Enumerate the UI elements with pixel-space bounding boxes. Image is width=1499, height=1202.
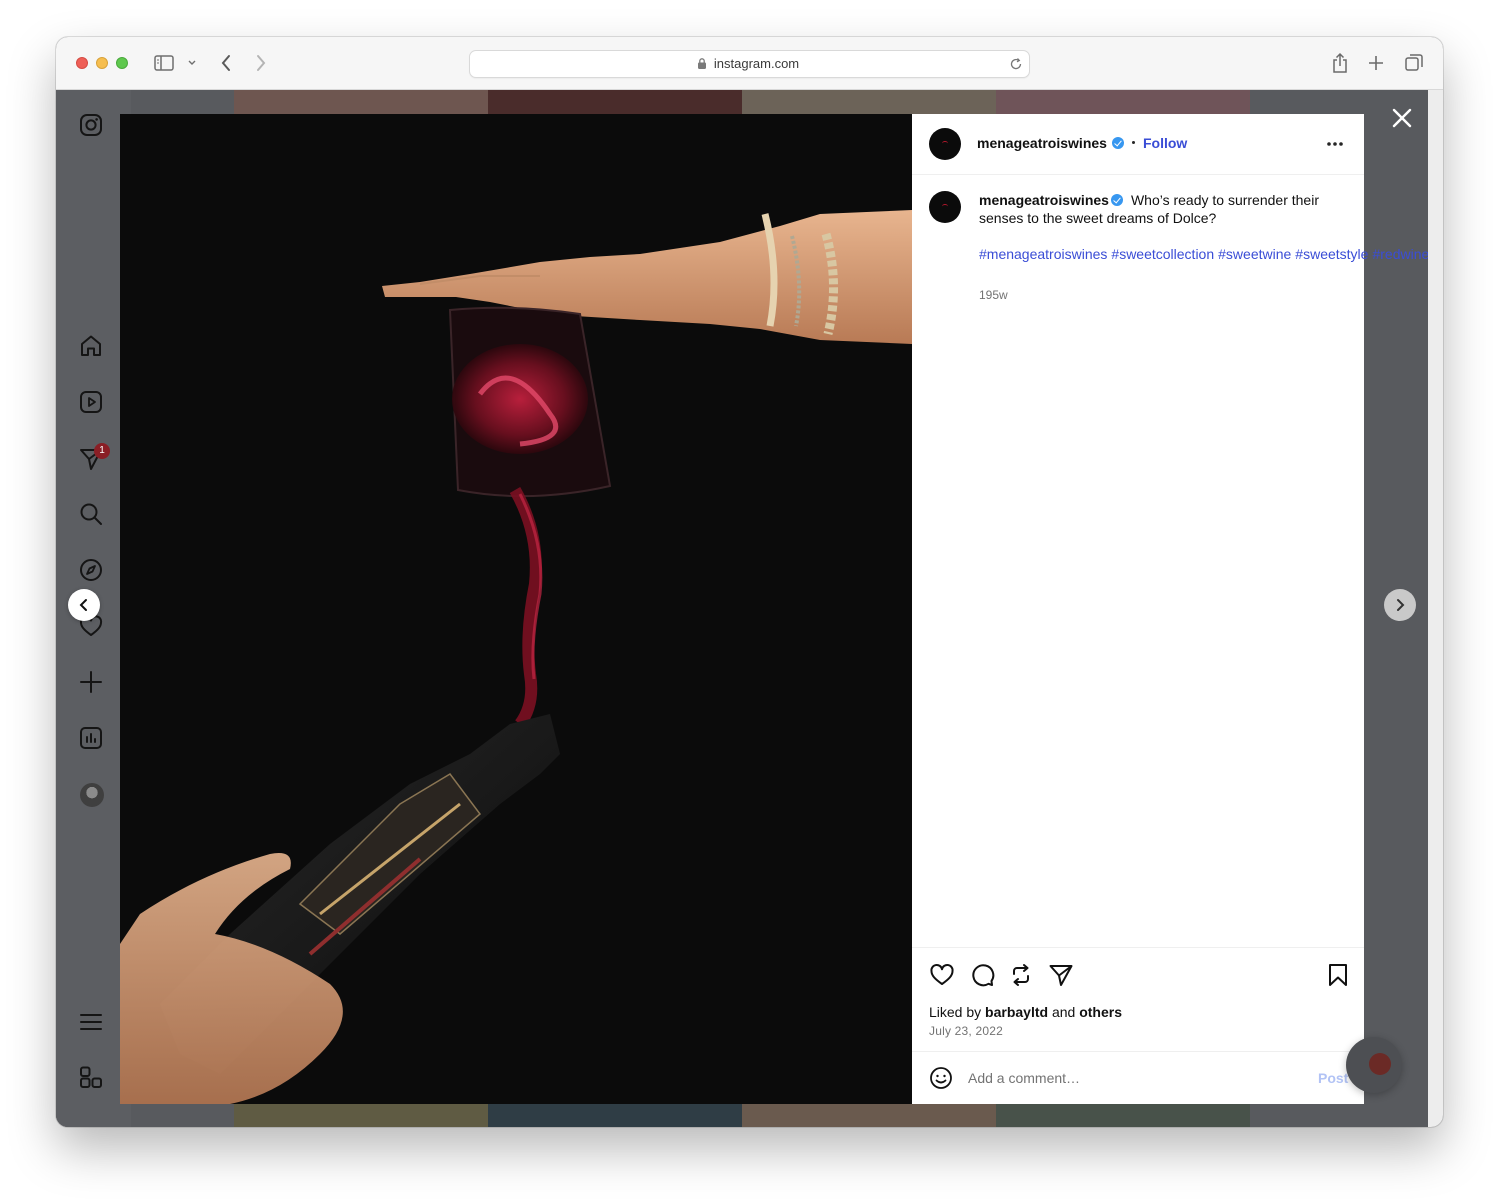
feed-tile	[234, 90, 488, 114]
author-avatar[interactable]	[929, 128, 961, 160]
scrollbar-track[interactable]	[1428, 90, 1443, 1127]
wine-pour-illustration	[120, 114, 912, 1104]
more-options-icon[interactable]	[1326, 141, 1344, 147]
follow-button[interactable]: Follow	[1143, 135, 1187, 151]
feed-tile	[234, 1104, 488, 1127]
instagram-logo-icon[interactable]	[78, 112, 106, 140]
caption: menageatroiswines Who’s ready to surrende…	[979, 191, 1334, 227]
apps-icon[interactable]	[78, 1065, 106, 1093]
save-bookmark-icon[interactable]	[1325, 962, 1351, 988]
emoji-icon[interactable]	[929, 1066, 953, 1090]
author-username[interactable]: menageatroiswines	[977, 135, 1107, 151]
home-icon[interactable]	[78, 333, 106, 361]
explore-icon[interactable]	[78, 557, 106, 585]
minimize-window-button[interactable]	[96, 57, 108, 69]
hashtag-link[interactable]: #sweetstyle	[1295, 246, 1368, 262]
hashtags: #menageatroiswines #sweetcollection #sweet…	[979, 245, 1428, 263]
caption-time[interactable]: 195w	[979, 288, 1008, 302]
zoom-window-button[interactable]	[116, 57, 128, 69]
repost-icon[interactable]	[1008, 962, 1034, 988]
feed-tile	[742, 1104, 996, 1127]
back-icon[interactable]	[220, 54, 232, 72]
chevron-right-icon	[1397, 599, 1405, 611]
share-post-icon[interactable]	[1048, 962, 1074, 988]
chevron-left-icon	[79, 599, 87, 611]
feed-tile	[996, 90, 1250, 114]
feed-tile	[742, 90, 996, 114]
address-bar[interactable]: instagram.com	[469, 50, 1030, 78]
browser-toolbar: instagram.com	[56, 37, 1443, 90]
post-header: menageatroiswines Follow	[912, 114, 1364, 175]
chevron-down-icon[interactable]	[188, 60, 196, 66]
post-date[interactable]: July 23, 2022	[929, 1024, 1003, 1038]
hashtag-link[interactable]: #redwine	[1372, 246, 1428, 262]
liked-by: Liked by barbayltd and others	[929, 1004, 1122, 1020]
messages-bubble[interactable]	[1346, 1037, 1402, 1093]
comment-icon[interactable]	[969, 962, 995, 988]
post-comment-button[interactable]: Post	[1318, 1070, 1348, 1086]
page-content: 1 menageatroiswines Follow menageatroisw…	[56, 90, 1428, 1127]
feed-tile	[488, 90, 742, 114]
like-icon[interactable]	[929, 962, 955, 988]
dashboard-icon[interactable]	[78, 725, 106, 753]
verified-badge-icon	[1111, 194, 1123, 206]
comment-input[interactable]	[968, 1067, 1288, 1089]
comment-bar: Post	[912, 1051, 1364, 1104]
liked-by-and: and	[1051, 1004, 1076, 1020]
post-image[interactable]	[120, 114, 912, 1104]
liked-by-prefix: Liked by	[929, 1004, 982, 1020]
forward-icon[interactable]	[255, 54, 267, 72]
caption-username[interactable]: menageatroiswines	[979, 192, 1109, 208]
create-icon[interactable]	[78, 669, 106, 697]
profile-avatar[interactable]	[80, 783, 104, 807]
caption-avatar[interactable]	[929, 191, 961, 223]
reload-icon[interactable]	[1009, 57, 1023, 71]
search-icon[interactable]	[78, 501, 106, 529]
hashtag-link[interactable]: #sweetwine	[1218, 246, 1291, 262]
previous-post-button[interactable]	[68, 589, 100, 621]
tab-overview-icon[interactable]	[1404, 53, 1424, 73]
notification-badge: 1	[94, 443, 110, 459]
post-actions: Liked by barbayltd and others July 23, 2…	[912, 947, 1364, 1052]
menu-icon[interactable]	[78, 1009, 106, 1037]
share-icon[interactable]	[1331, 52, 1349, 74]
next-post-button[interactable]	[1384, 589, 1416, 621]
reels-icon[interactable]	[78, 389, 106, 417]
feed-tile	[488, 1104, 742, 1127]
hashtag-link[interactable]: #sweetcollection	[1111, 246, 1214, 262]
verified-badge-icon	[1112, 137, 1124, 149]
sidebar-toggle-icon[interactable]	[154, 55, 174, 71]
separator-dot	[1132, 141, 1135, 144]
post-panel: menageatroiswines Follow menageatroiswin…	[912, 114, 1428, 1104]
close-window-button[interactable]	[76, 57, 88, 69]
liked-by-others[interactable]: others	[1079, 1004, 1122, 1020]
new-tab-icon[interactable]	[1368, 55, 1384, 71]
url-text: instagram.com	[713, 56, 800, 71]
close-icon[interactable]	[1390, 106, 1414, 130]
browser-window: instagram.com 1 menageatroiswines Follow…	[56, 37, 1443, 1127]
feed-tile	[996, 1104, 1250, 1127]
hashtag-link[interactable]: #menageatroiswines	[979, 246, 1107, 262]
liked-by-user[interactable]: barbayltd	[985, 1004, 1048, 1020]
